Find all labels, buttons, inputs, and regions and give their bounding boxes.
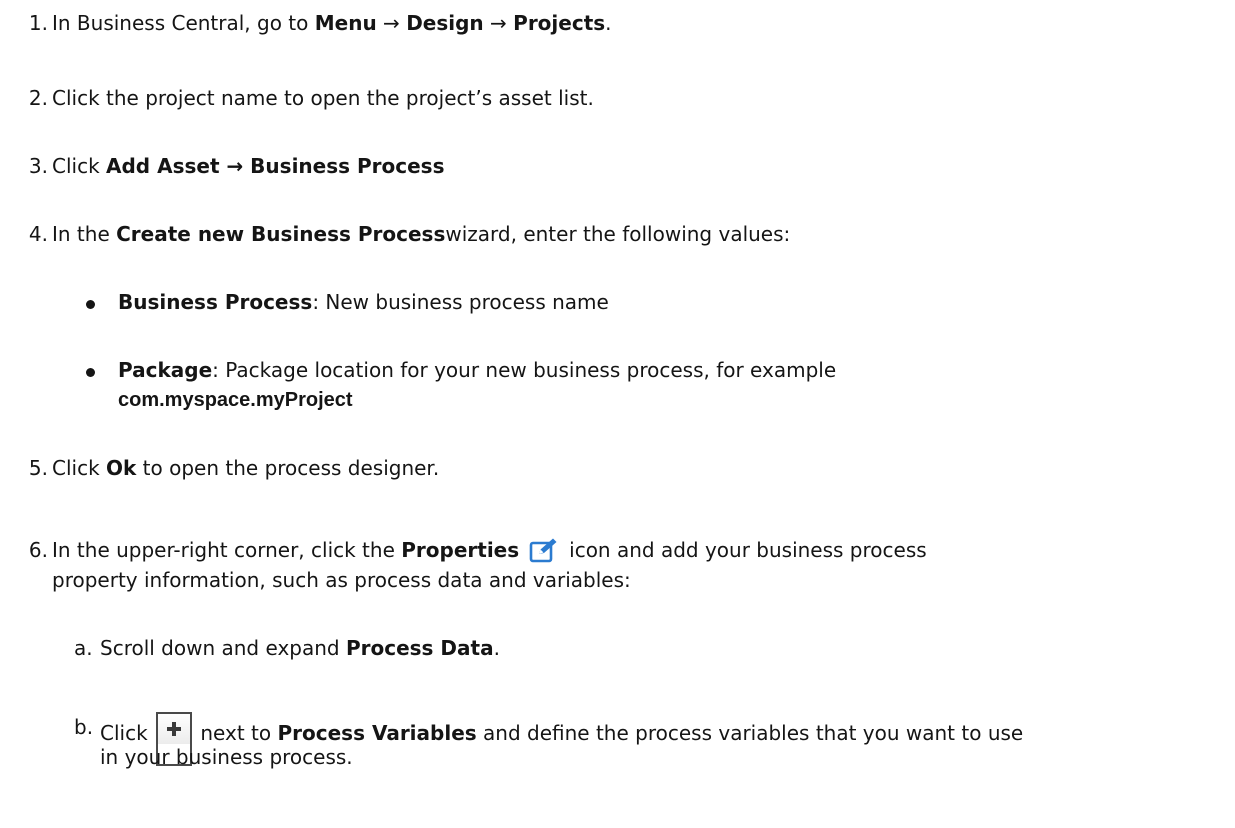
step-number: 2. bbox=[28, 86, 48, 110]
text-run: wizard, enter the following values: bbox=[445, 222, 791, 246]
step-number: 1. bbox=[28, 11, 48, 35]
field-label: Package bbox=[118, 358, 213, 382]
step-text: Click Ok to open the process designer. bbox=[52, 453, 1205, 483]
properties-label: Properties bbox=[401, 538, 520, 562]
step-number: 5. bbox=[28, 456, 48, 480]
design-label: Design bbox=[406, 11, 484, 35]
text-run: : New business process name bbox=[312, 290, 609, 314]
step-text: Click the project name to open the proje… bbox=[52, 86, 594, 110]
text-run: In the bbox=[52, 222, 117, 246]
projects-label: Projects bbox=[513, 11, 606, 35]
bullet-dot bbox=[86, 300, 95, 309]
substep-text: in your business process. bbox=[100, 745, 353, 769]
bullet-text: Package: Package location for your new b… bbox=[118, 355, 1205, 385]
text-run: In Business Central, go to bbox=[52, 11, 315, 35]
text-run: Scroll down and expand bbox=[100, 636, 346, 660]
menu-label: Menu bbox=[314, 11, 377, 35]
substep-text: Scroll down and expand Process Data. bbox=[100, 633, 1205, 663]
text-run: . bbox=[493, 636, 500, 660]
bullet-dot bbox=[86, 368, 95, 377]
add-asset-label: Add Asset → Business Process bbox=[106, 154, 445, 178]
text-run: to open the process designer. bbox=[136, 456, 440, 480]
text-run: In the upper-right corner, click the bbox=[52, 538, 402, 562]
bullet-text: Business Process: New business process n… bbox=[118, 287, 1205, 317]
field-label: Business Process bbox=[118, 290, 313, 314]
process-data-label: Process Data bbox=[345, 636, 494, 660]
text-run: Click bbox=[52, 154, 107, 178]
step-number: 4. bbox=[28, 222, 48, 246]
step-text: In the Create new Business Processwizard… bbox=[52, 219, 1205, 249]
step-text: Click Add Asset → Business Process bbox=[52, 151, 1205, 181]
text-run: icon and add your business process bbox=[569, 538, 927, 562]
ok-label: Ok bbox=[106, 456, 137, 480]
text-run: Click bbox=[52, 456, 107, 480]
step-text: In Business Central, go to Menu → Design… bbox=[52, 8, 1205, 38]
step-text: property information, such as process da… bbox=[52, 568, 631, 592]
arrow: → bbox=[376, 11, 407, 35]
text-run: . bbox=[605, 11, 612, 35]
step-number: 3. bbox=[28, 154, 48, 178]
step-text: In the upper-right corner, click the Pro… bbox=[52, 535, 1205, 565]
plus-glyph bbox=[167, 722, 182, 736]
edit-icon bbox=[529, 537, 559, 563]
wizard-name: Create new Business Process bbox=[116, 222, 446, 246]
arrow: → bbox=[483, 11, 514, 35]
package-code: com.myspace.myProject bbox=[118, 389, 353, 411]
text-run: : Package location for your new business… bbox=[212, 358, 837, 382]
step-number: 6. bbox=[28, 538, 48, 562]
